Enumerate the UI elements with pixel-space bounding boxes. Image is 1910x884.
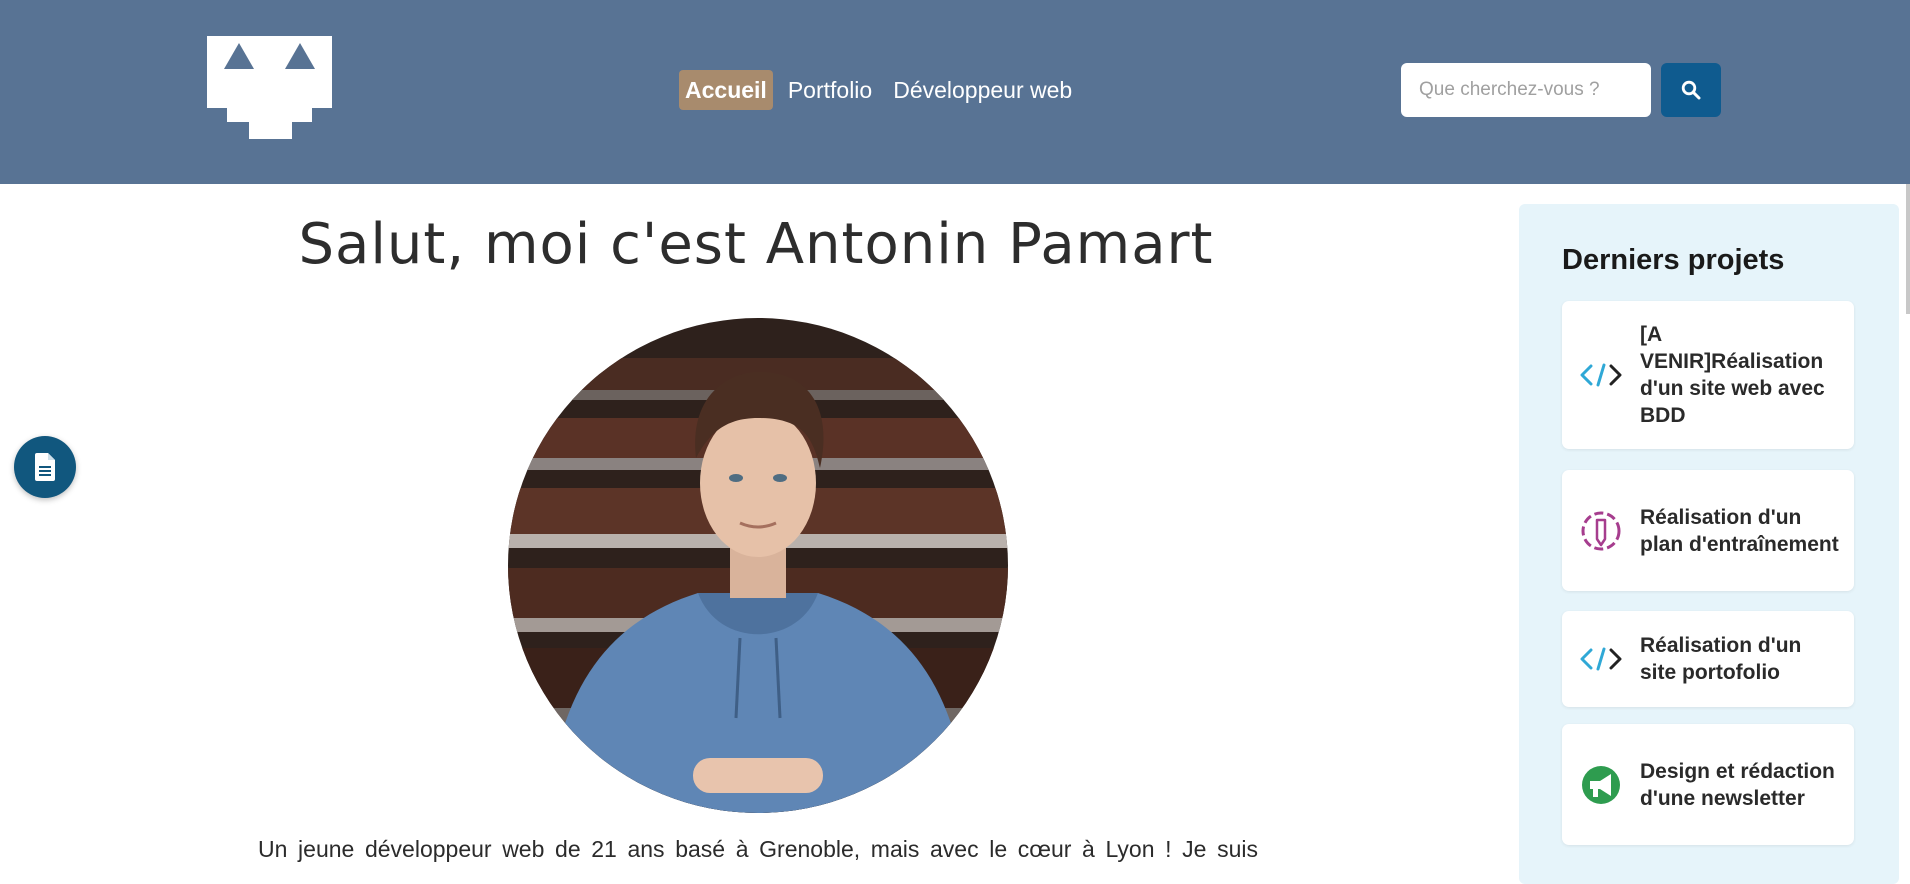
cv-document-button[interactable] bbox=[14, 436, 76, 498]
project-label: Design et rédaction d'une newsletter bbox=[1640, 759, 1835, 810]
robot-face-logo-icon[interactable] bbox=[207, 36, 332, 139]
search-input[interactable] bbox=[1401, 63, 1651, 117]
projects-sidebar: Derniers projets [A VENIR]Réalisation d'… bbox=[1519, 204, 1899, 884]
project-card[interactable]: Réalisation d'un plan d'entraînement bbox=[1562, 470, 1854, 591]
site-header: Accueil Portfolio Développeur web bbox=[0, 0, 1910, 184]
nav-item-accueil[interactable]: Accueil bbox=[679, 70, 773, 110]
code-icon bbox=[1580, 647, 1622, 671]
project-label: [A VENIR]Réalisation d'un site web avec … bbox=[1640, 323, 1825, 427]
page-title: Salut, moi c'est Antonin Pamart bbox=[298, 212, 1214, 277]
document-icon bbox=[35, 453, 55, 481]
page-scrollbar[interactable] bbox=[1906, 184, 1910, 314]
intro-text: Un jeune développeur web de 21 ans basé … bbox=[258, 836, 1258, 862]
project-label: Réalisation d'un site portofolio bbox=[1640, 634, 1802, 684]
project-card[interactable]: Réalisation d'un site portofolio bbox=[1562, 611, 1854, 707]
search-icon bbox=[1681, 80, 1701, 100]
sidebar-title: Derniers projets bbox=[1562, 244, 1785, 276]
project-label: Réalisation d'un plan d'entraînement bbox=[1640, 505, 1839, 556]
project-card[interactable]: Design et rédaction d'une newsletter bbox=[1562, 724, 1854, 845]
project-card[interactable]: [A VENIR]Réalisation d'un site web avec … bbox=[1562, 301, 1854, 449]
pencil-icon bbox=[1581, 511, 1621, 550]
search-button[interactable] bbox=[1661, 63, 1721, 117]
megaphone-icon bbox=[1582, 765, 1620, 804]
profile-photo bbox=[508, 318, 1008, 813]
nav-item-portfolio[interactable]: Portfolio bbox=[782, 70, 878, 110]
main-nav: Accueil Portfolio Développeur web bbox=[679, 70, 1087, 110]
nav-item-developpeur-web[interactable]: Développeur web bbox=[887, 70, 1078, 110]
code-icon bbox=[1580, 363, 1622, 387]
